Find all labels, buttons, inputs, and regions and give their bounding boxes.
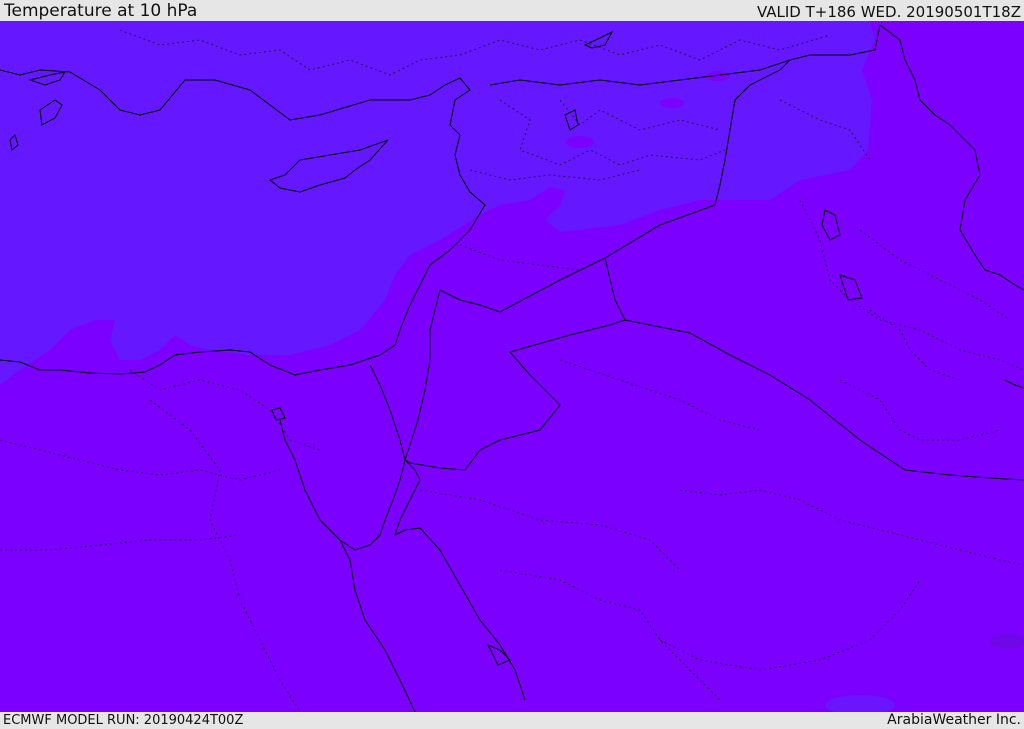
header-bar: Temperature at 10 hPa VALID T+186 WED. 2… <box>0 0 1024 21</box>
weather-map[interactable] <box>0 21 1024 712</box>
map-canvas <box>0 21 1024 712</box>
model-run-label: ECMWF MODEL RUN: 20190424T00Z <box>3 713 244 728</box>
map-title: Temperature at 10 hPa <box>4 1 198 21</box>
valid-time-label: VALID T+186 WED. 20190501T18Z <box>756 3 1021 21</box>
footer-bar: ECMWF MODEL RUN: 20190424T00Z ArabiaWeat… <box>0 712 1024 729</box>
warm-blob <box>660 98 684 108</box>
credit-label: ArabiaWeather Inc. <box>887 712 1021 728</box>
warm-blob <box>566 136 594 148</box>
